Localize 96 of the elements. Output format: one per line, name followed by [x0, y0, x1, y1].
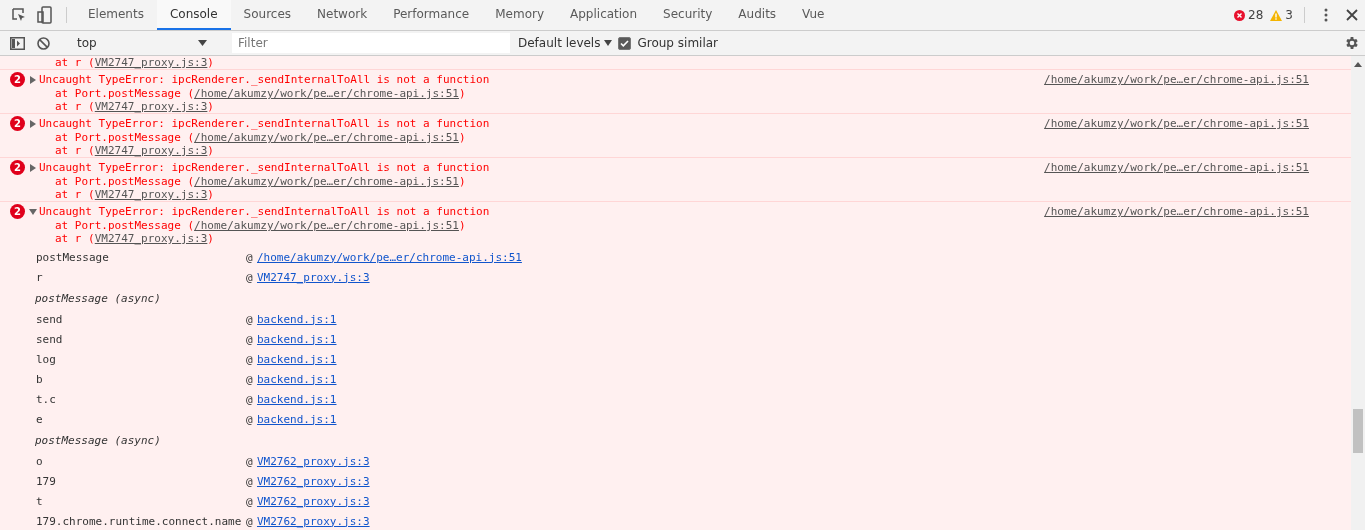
- stack-frame-text: at r (VM2747_proxy.js:3): [55, 100, 215, 113]
- group-similar-label: Group similar: [637, 36, 719, 50]
- source-link[interactable]: VM2747_proxy.js:3: [94, 232, 208, 245]
- source-link[interactable]: /home/akumzy/work/pe…er/chrome-api.js:51: [194, 131, 459, 144]
- stack-frame-text: at Port.postMessage (/home/akumzy/work/pe…er/chrome-api.js:51): [55, 87, 467, 100]
- source-link[interactable]: VM2762_proxy.js:3: [257, 494, 370, 508]
- at-sign: @: [246, 332, 254, 346]
- stack-frame-text: at Port.postMessage (/home/akumzy/work/pe…er/chrome-api.js:51): [55, 219, 467, 232]
- function-name: t.c: [36, 392, 57, 406]
- repeat-count-badge: 2: [10, 116, 25, 131]
- error-message: Uncaught TypeError: ipcRenderer._sendInternalToAll is not a function: [39, 205, 490, 218]
- panel-tab[interactable]: Sources: [230, 0, 305, 30]
- source-link[interactable]: backend.js:1: [257, 312, 337, 326]
- async-boundary-label: postMessage (async): [35, 433, 161, 447]
- stack-frame-text: at r (VM2747_proxy.js:3): [55, 232, 215, 245]
- error-message: Uncaught TypeError: ipcRenderer._sendInternalToAll is not a function: [39, 73, 490, 86]
- error-count[interactable]: 28: [1248, 8, 1264, 22]
- async-boundary-label: postMessage (async): [35, 291, 161, 305]
- source-link[interactable]: backend.js:1: [257, 332, 337, 346]
- function-name: postMessage: [36, 250, 110, 264]
- at-sign: @: [246, 412, 254, 426]
- source-link[interactable]: VM2747_proxy.js:3: [257, 270, 370, 284]
- error-icon: [1234, 9, 1246, 21]
- repeat-count-badge: 2: [10, 160, 25, 175]
- source-link[interactable]: VM2747_proxy.js:3: [94, 56, 208, 69]
- scrollbar[interactable]: [1351, 56, 1365, 530]
- filter-field[interactable]: Filter: [232, 33, 510, 53]
- dropdown-caret-icon: [198, 40, 207, 46]
- context-select[interactable]: top: [73, 33, 211, 53]
- scrollbar-thumb[interactable]: [1353, 409, 1363, 453]
- panel-tab[interactable]: Security: [650, 0, 726, 30]
- at-sign: @: [246, 372, 254, 386]
- function-name: send: [36, 312, 64, 326]
- log-levels-dropdown[interactable]: Default levels: [518, 36, 613, 50]
- source-link[interactable]: VM2747_proxy.js:3: [94, 188, 208, 201]
- source-link[interactable]: /home/akumzy/work/pe…er/chrome-api.js:51: [1044, 205, 1309, 218]
- at-sign: @: [246, 454, 254, 468]
- stack-frame-text: at Port.postMessage (/home/akumzy/work/pe…er/chrome-api.js:51): [55, 175, 467, 188]
- source-link[interactable]: /home/akumzy/work/pe…er/chrome-api.js:51: [1044, 117, 1309, 130]
- panel-tab[interactable]: Memory: [482, 0, 557, 30]
- collapsed-triangle-icon[interactable]: [29, 163, 37, 172]
- function-name: log: [36, 352, 57, 366]
- source-link[interactable]: /home/akumzy/work/pe…er/chrome-api.js:51: [194, 87, 459, 100]
- at-sign: @: [246, 270, 254, 284]
- at-sign: @: [246, 352, 254, 366]
- error-message: Uncaught TypeError: ipcRenderer._sendInternalToAll is not a function: [39, 117, 490, 130]
- collapsed-triangle-icon[interactable]: [29, 75, 37, 84]
- source-link[interactable]: backend.js:1: [257, 372, 337, 386]
- repeat-count-badge: 2: [10, 72, 25, 87]
- panel-tab[interactable]: Application: [557, 0, 651, 30]
- stack-frame-text: at r (VM2747_proxy.js:3): [55, 144, 215, 157]
- source-link[interactable]: VM2762_proxy.js:3: [257, 514, 370, 528]
- function-name: t: [36, 494, 44, 508]
- function-name: 179.chrome.runtime.connect.name: [36, 514, 243, 528]
- collapsed-triangle-icon[interactable]: [29, 119, 37, 128]
- source-link[interactable]: VM2747_proxy.js:3: [94, 100, 208, 113]
- repeat-count-badge: 2: [10, 204, 25, 219]
- stack-frame-text: at Port.postMessage (/home/akumzy/work/pe…er/chrome-api.js:51): [55, 131, 467, 144]
- warning-count[interactable]: 3: [1285, 8, 1293, 22]
- at-sign: @: [246, 392, 254, 406]
- panel-tab[interactable]: Vue: [789, 0, 838, 30]
- group-similar-checkbox[interactable]: [618, 36, 632, 50]
- panel-tab[interactable]: Performance: [380, 0, 483, 30]
- panel-tab[interactable]: Network: [304, 0, 381, 30]
- function-name: 179: [36, 474, 57, 488]
- source-link[interactable]: backend.js:1: [257, 392, 337, 406]
- function-name: b: [36, 372, 44, 386]
- scroll-up-icon[interactable]: [1354, 62, 1362, 67]
- dropdown-caret-icon: [604, 40, 613, 46]
- function-name: o: [36, 454, 44, 468]
- source-link[interactable]: backend.js:1: [257, 412, 337, 426]
- at-sign: @: [246, 312, 254, 326]
- source-link[interactable]: backend.js:1: [257, 352, 337, 366]
- source-link[interactable]: /home/akumzy/work/pe…er/chrome-api.js:51: [1044, 161, 1309, 174]
- warning-icon: [1270, 9, 1283, 21]
- source-link[interactable]: VM2762_proxy.js:3: [257, 454, 370, 468]
- expanded-triangle-icon[interactable]: [29, 207, 37, 216]
- error-message: Uncaught TypeError: ipcRenderer._sendInternalToAll is not a function: [39, 161, 490, 174]
- stack-frame-text: at r (VM2747_proxy.js:3): [55, 188, 215, 201]
- stack-frame-text: at r (VM2747_proxy.js:3): [55, 56, 215, 69]
- source-link[interactable]: /home/akumzy/work/pe…er/chrome-api.js:51: [194, 219, 459, 232]
- at-sign: @: [246, 514, 254, 528]
- at-sign: @: [246, 250, 254, 264]
- source-link[interactable]: /home/akumzy/work/pe…er/chrome-api.js:51: [1044, 73, 1309, 86]
- source-link[interactable]: VM2762_proxy.js:3: [257, 474, 370, 488]
- panel-tab[interactable]: Elements: [75, 0, 157, 30]
- at-sign: @: [246, 474, 254, 488]
- at-sign: @: [246, 494, 254, 508]
- panel-tab[interactable]: Console: [156, 0, 231, 30]
- panel-tab[interactable]: Audits: [725, 0, 790, 30]
- function-name: send: [36, 332, 64, 346]
- source-link[interactable]: VM2747_proxy.js:3: [94, 144, 208, 157]
- function-name: e: [36, 412, 44, 426]
- source-link[interactable]: /home/akumzy/work/pe…er/chrome-api.js:51: [257, 250, 522, 264]
- function-name: r: [36, 270, 44, 284]
- source-link[interactable]: /home/akumzy/work/pe…er/chrome-api.js:51: [194, 175, 459, 188]
